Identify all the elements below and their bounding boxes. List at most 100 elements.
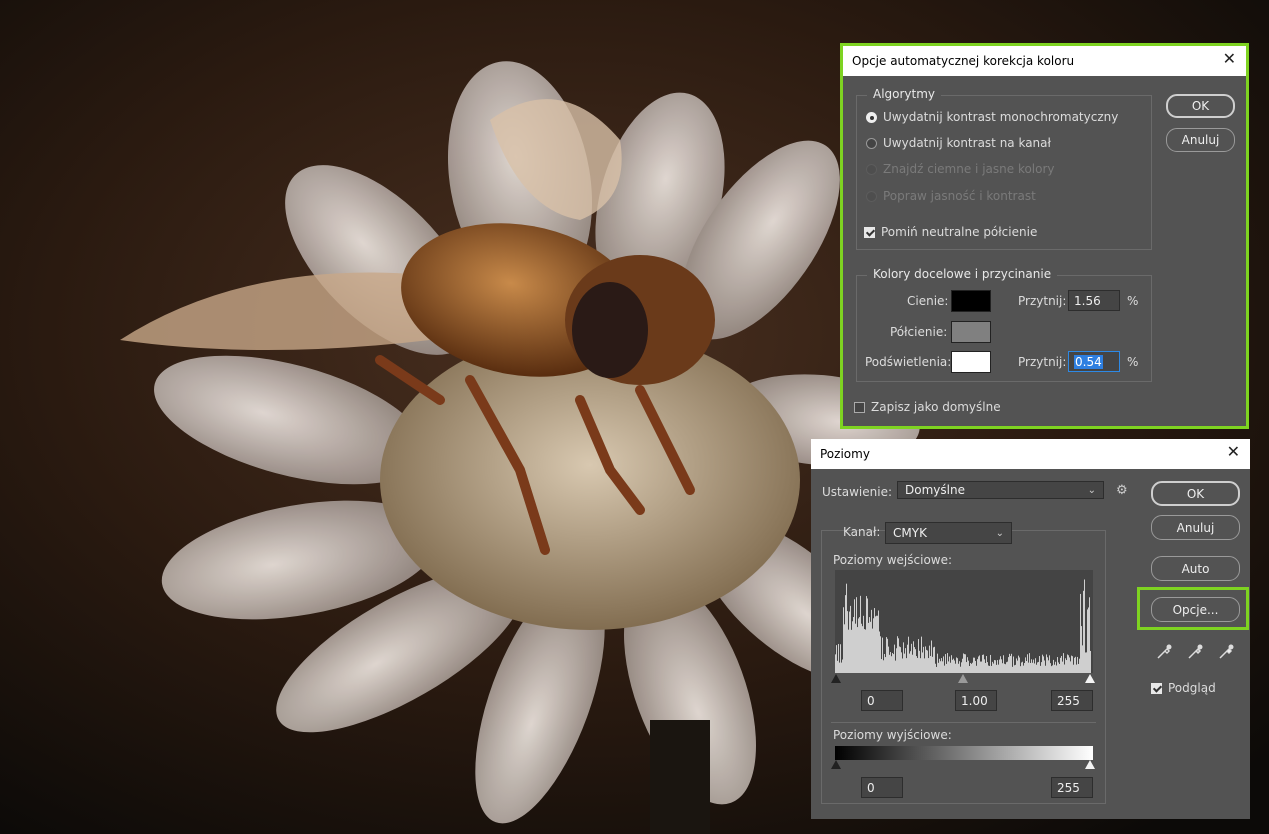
midtones-label: Półcienie: [890, 325, 947, 339]
output-black-slider[interactable] [831, 760, 841, 769]
histogram-bar [838, 644, 839, 673]
histogram-bar [847, 611, 848, 673]
histogram-bar [963, 653, 964, 673]
highlights-clip-input[interactable]: 0.54 [1068, 351, 1120, 372]
histogram-bar [906, 658, 907, 673]
shadows-clip-input[interactable]: 1.56 [1068, 290, 1120, 311]
histogram-bar [927, 651, 928, 673]
shadows-color-swatch[interactable] [951, 290, 991, 312]
histogram-bar [898, 638, 899, 673]
input-black-field[interactable]: 0 [861, 690, 903, 711]
midtones-color-swatch[interactable] [951, 321, 991, 343]
close-icon[interactable]: ✕ [1223, 51, 1236, 67]
close-icon[interactable]: ✕ [1227, 444, 1240, 460]
histogram-bar [1000, 656, 1001, 673]
options-button[interactable]: Opcje... [1151, 597, 1240, 622]
histogram-bar [855, 624, 856, 673]
histogram-bar [896, 648, 897, 673]
input-white-field[interactable]: 255 [1051, 690, 1093, 711]
histogram-bar [886, 637, 887, 673]
histogram-bar [1011, 654, 1012, 673]
histogram-bar [1040, 666, 1041, 673]
histogram-bar [980, 662, 981, 673]
histogram-bar [845, 595, 846, 673]
histogram-bar [1042, 655, 1043, 673]
histogram-bar [990, 655, 991, 673]
auto-color-correction-dialog: Opcje automatycznej korekcja koloru ✕ Al… [843, 46, 1246, 426]
channel-dropdown[interactable]: CMYK ⌄ [885, 522, 1012, 544]
histogram-bar [1043, 656, 1044, 673]
histogram-bar [998, 665, 999, 673]
histogram-bar [937, 654, 938, 673]
histogram-bar [958, 664, 959, 673]
auto-button[interactable]: Auto [1151, 556, 1240, 581]
histogram-bar [1055, 662, 1056, 673]
histogram-bar [863, 616, 864, 673]
histogram-bar [1065, 658, 1066, 673]
histogram-bar [835, 654, 836, 673]
ok-button[interactable]: OK [1151, 481, 1240, 506]
output-white-slider[interactable] [1085, 760, 1095, 769]
highlights-color-swatch[interactable] [951, 351, 991, 373]
dialog-title-bar[interactable]: Opcje automatycznej korekcja koloru ✕ [843, 46, 1246, 76]
histogram-bar [944, 666, 945, 673]
save-as-default-checkbox[interactable]: Zapisz jako domyślne [854, 400, 1001, 414]
histogram-bar [1003, 655, 1004, 673]
output-black-field[interactable]: 0 [861, 777, 903, 798]
ok-button[interactable]: OK [1166, 94, 1235, 118]
histogram-bar [1037, 662, 1038, 673]
cancel-button[interactable]: Anuluj [1166, 128, 1235, 152]
output-white-field[interactable]: 255 [1051, 777, 1093, 798]
histogram-bar [870, 622, 871, 673]
preset-dropdown[interactable]: Domyślne ⌄ [897, 481, 1104, 499]
histogram-bar [1057, 657, 1058, 673]
histogram-bar [1071, 656, 1072, 673]
histogram [835, 570, 1093, 673]
algorithm-radio-monochromatic[interactable]: Uwydatnij kontrast monochromatyczny [866, 110, 1118, 124]
histogram-bar [900, 647, 901, 673]
histogram-bar [843, 607, 844, 673]
histogram-bar [893, 654, 894, 673]
input-white-slider[interactable] [1085, 674, 1095, 683]
cancel-button[interactable]: Anuluj [1151, 515, 1240, 540]
dialog-title-bar[interactable]: Poziomy ✕ [811, 439, 1250, 469]
histogram-bar [865, 630, 866, 673]
histogram-bar [892, 653, 893, 673]
histogram-bar [954, 660, 955, 673]
algorithms-group-title: Algorytmy [867, 87, 941, 101]
histogram-bar [991, 666, 992, 673]
highlights-label: Podświetlenia: [865, 355, 951, 369]
histogram-bar [957, 658, 958, 673]
input-gamma-slider[interactable] [958, 674, 968, 683]
input-black-slider[interactable] [831, 674, 841, 683]
dialog-title: Opcje automatycznej korekcja koloru [852, 54, 1074, 68]
histogram-bar [887, 639, 888, 673]
white-eyedropper-icon[interactable] [1217, 643, 1235, 661]
histogram-bar [967, 657, 968, 673]
input-gamma-field[interactable]: 1.00 [955, 690, 997, 711]
histogram-bar [872, 629, 873, 673]
histogram-bar [950, 663, 951, 673]
black-eyedropper-icon[interactable] [1155, 643, 1173, 661]
histogram-bar [873, 618, 874, 673]
algorithm-radio-dark-light[interactable]: Znajdź ciemne i jasne kolory [866, 162, 1055, 176]
algorithm-radio-per-channel[interactable]: Uwydatnij kontrast na kanał [866, 136, 1051, 150]
snap-neutral-midtones-checkbox[interactable]: Pomiń neutralne półcienie [864, 225, 1037, 239]
algorithm-radio-brightness-contrast[interactable]: Popraw jasność i kontrast [866, 189, 1036, 203]
histogram-bar [1062, 662, 1063, 673]
histogram-bar [1010, 656, 1011, 673]
preview-checkbox[interactable]: Podgląd [1151, 681, 1216, 695]
histogram-bar [968, 661, 969, 673]
histogram-bar [992, 662, 993, 673]
histogram-bar [879, 632, 880, 673]
histogram-bar [1076, 665, 1077, 673]
gray-eyedropper-icon[interactable] [1186, 643, 1204, 661]
histogram-bar [899, 646, 900, 673]
histogram-bar [919, 651, 920, 673]
gear-icon[interactable]: ⚙ [1116, 483, 1128, 498]
histogram-bar [978, 656, 979, 673]
chevron-down-icon: ⌄ [996, 528, 1004, 539]
histogram-bar [956, 657, 957, 673]
histogram-bar [1048, 660, 1049, 673]
histogram-bar [1026, 661, 1027, 673]
